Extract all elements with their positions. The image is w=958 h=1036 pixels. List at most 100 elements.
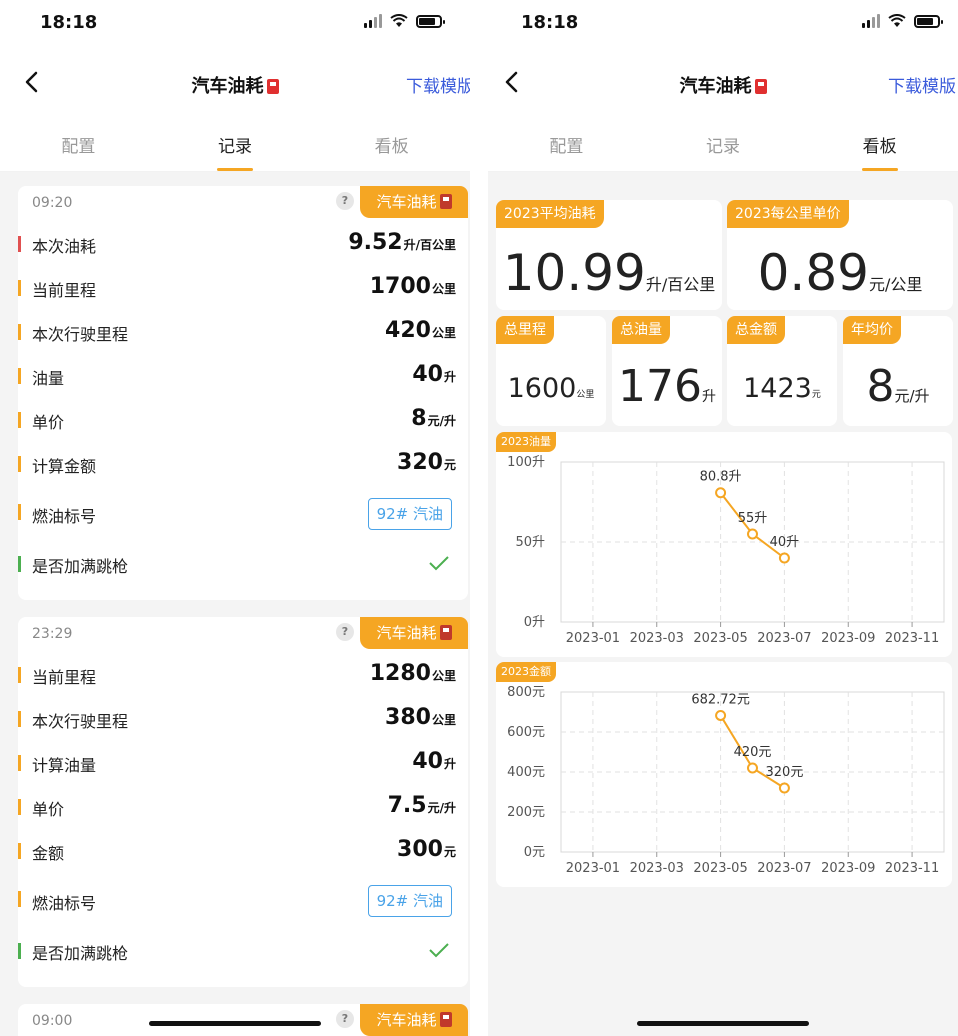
y-tick-label: 100升	[507, 455, 545, 470]
record-card[interactable]: 23:29 ? 汽车油耗 当前里程 1280公里 本次行驶里程 380公里 计算油量…	[18, 617, 468, 987]
data-label: 40升	[770, 535, 800, 550]
data-point	[778, 552, 790, 564]
tab-bar: 配置 记录 看板	[0, 114, 470, 172]
download-template-link[interactable]: 下载模版	[406, 72, 470, 97]
record-card[interactable]: 09:00 ? 汽车油耗	[18, 1004, 468, 1036]
stat-total-fuel: 总油量 176升	[612, 316, 722, 426]
tab-dashboard[interactable]: 看板	[313, 114, 470, 171]
status-bar: 18:18	[488, 0, 958, 50]
chart-fuel: 2023油量 0升 50升 100升 2023-01 2023-03 2023-05 202…	[496, 432, 952, 657]
record-row: 计算金额 320元	[18, 442, 468, 486]
y-tick-label: 0元	[524, 845, 545, 860]
nav-bar: 汽车油耗 下载模版	[488, 50, 958, 114]
phone-records: 18:18 汽车油耗 下载模版 配置 记录 看板 09:20 ? 汽车油耗 本次…	[0, 0, 470, 1036]
check-icon	[429, 556, 449, 571]
status-time: 18:18	[40, 12, 98, 33]
record-row: 油量 40升	[18, 354, 468, 398]
data-point	[778, 782, 790, 794]
phone-dashboard: 18:18 汽车油耗 下载模版 配置 记录 看板 2023平均油耗 10.99升…	[488, 0, 958, 1036]
fuel-pump-icon	[266, 79, 279, 94]
help-icon[interactable]: ?	[336, 192, 354, 210]
dashboard: 2023平均油耗 10.99升/百公里 2023每公里单价 0.89元/公里 总…	[488, 172, 958, 1036]
record-row: 当前里程 1700公里	[18, 266, 468, 310]
signal-icon	[364, 14, 382, 28]
signal-icon	[862, 14, 880, 28]
record-tag: 汽车油耗	[360, 617, 468, 649]
data-point	[747, 528, 758, 540]
y-tick-label: 200元	[507, 805, 545, 820]
record-row-full-tank: 是否加满跳枪	[18, 542, 468, 586]
x-tick-label: 2023-07	[757, 631, 811, 646]
record-row-full-tank: 是否加满跳枪	[18, 929, 468, 973]
fuel-grade-tag: 92# 汽油	[367, 885, 452, 917]
data-label: 320元	[766, 765, 804, 780]
record-card[interactable]: 09:20 ? 汽车油耗 本次油耗 9.52升/百公里 当前里程 1700公里 本次…	[18, 186, 468, 600]
record-row: 金额 300元	[18, 829, 468, 873]
help-icon[interactable]: ?	[336, 1010, 354, 1028]
record-time: 23:29	[32, 626, 73, 642]
tab-dashboard[interactable]: 看板	[801, 114, 958, 171]
record-row: 计算油量 40升	[18, 741, 468, 785]
home-indicator	[637, 1021, 809, 1026]
stat-total-mileage: 总里程 1600公里	[496, 316, 606, 426]
y-tick-label: 50升	[515, 535, 545, 550]
wifi-icon	[888, 14, 906, 27]
x-tick-label: 2023-09	[821, 631, 875, 646]
download-template-link[interactable]: 下载模版	[888, 72, 956, 97]
y-tick-label: 400元	[507, 765, 545, 780]
x-tick-label: 2023-11	[885, 861, 939, 876]
tab-records[interactable]: 记录	[645, 114, 802, 171]
record-row: 本次油耗 9.52升/百公里	[18, 222, 468, 266]
records-list: 09:20 ? 汽车油耗 本次油耗 9.52升/百公里 当前里程 1700公里 本次…	[0, 172, 470, 1036]
data-point	[747, 762, 758, 774]
y-tick-label: 800元	[507, 685, 545, 700]
x-tick-label: 2023-03	[630, 631, 684, 646]
home-indicator	[149, 1021, 321, 1026]
fuel-grade-tag: 92# 汽油	[367, 498, 452, 530]
x-tick-label: 2023-11	[885, 631, 939, 646]
x-tick-label: 2023-03	[630, 861, 684, 876]
data-label: 80.8升	[700, 470, 742, 485]
x-tick-label: 2023-09	[821, 861, 875, 876]
record-row: 单价 7.5元/升	[18, 785, 468, 829]
fuel-pump-icon	[439, 194, 452, 209]
data-label: 55升	[738, 511, 768, 526]
stat-avg-price: 年均价 8元/升	[843, 316, 953, 426]
y-tick-label: 600元	[507, 725, 545, 740]
record-time: 09:00	[32, 1013, 73, 1029]
x-tick-label: 2023-05	[693, 861, 747, 876]
data-point	[715, 709, 727, 721]
amount-line-chart: 0元 200元 400元 600元 800元 2023-01 2023-03 2023-05 2…	[507, 685, 945, 876]
stat-total-amount: 总金额 1423元	[727, 316, 837, 426]
tab-config[interactable]: 配置	[0, 114, 157, 171]
record-time: 09:20	[32, 195, 73, 211]
record-row-fuel-grade: 燃油标号 92# 汽油	[18, 873, 468, 929]
record-row-fuel-grade: 燃油标号 92# 汽油	[18, 486, 468, 542]
record-tag: 汽车油耗	[360, 186, 468, 218]
x-tick-label: 2023-01	[566, 631, 620, 646]
data-label: 420元	[734, 745, 772, 760]
battery-icon	[416, 14, 445, 28]
x-tick-label: 2023-05	[693, 631, 747, 646]
page-title: 汽车油耗	[0, 72, 470, 98]
x-tick-label: 2023-01	[566, 861, 620, 876]
y-tick-label: 0升	[524, 615, 545, 630]
record-tag: 汽车油耗	[360, 1004, 468, 1036]
battery-icon	[914, 14, 943, 28]
stat-unit-cost: 2023每公里单价 0.89元/公里	[727, 200, 953, 310]
tab-records[interactable]: 记录	[157, 114, 314, 171]
record-row: 本次行驶里程 380公里	[18, 697, 468, 741]
fuel-pump-icon	[439, 1012, 452, 1027]
tab-config[interactable]: 配置	[488, 114, 645, 171]
help-icon[interactable]: ?	[336, 623, 354, 641]
status-bar: 18:18	[0, 0, 470, 50]
fuel-line-chart: 0升 50升 100升 2023-01 2023-03 2023-05 2023-07 202…	[507, 455, 945, 646]
stat-avg-consumption: 2023平均油耗 10.99升/百公里	[496, 200, 722, 310]
status-time: 18:18	[521, 12, 579, 33]
x-tick-label: 2023-07	[757, 861, 811, 876]
data-label: 682.72元	[691, 692, 750, 707]
chart-amount: 2023金额 0元 200元 400元 600元 800元 2023-01 2023-03 2…	[496, 662, 952, 887]
record-row: 当前里程 1280公里	[18, 653, 468, 697]
wifi-icon	[390, 14, 408, 27]
fuel-pump-icon	[754, 79, 767, 94]
